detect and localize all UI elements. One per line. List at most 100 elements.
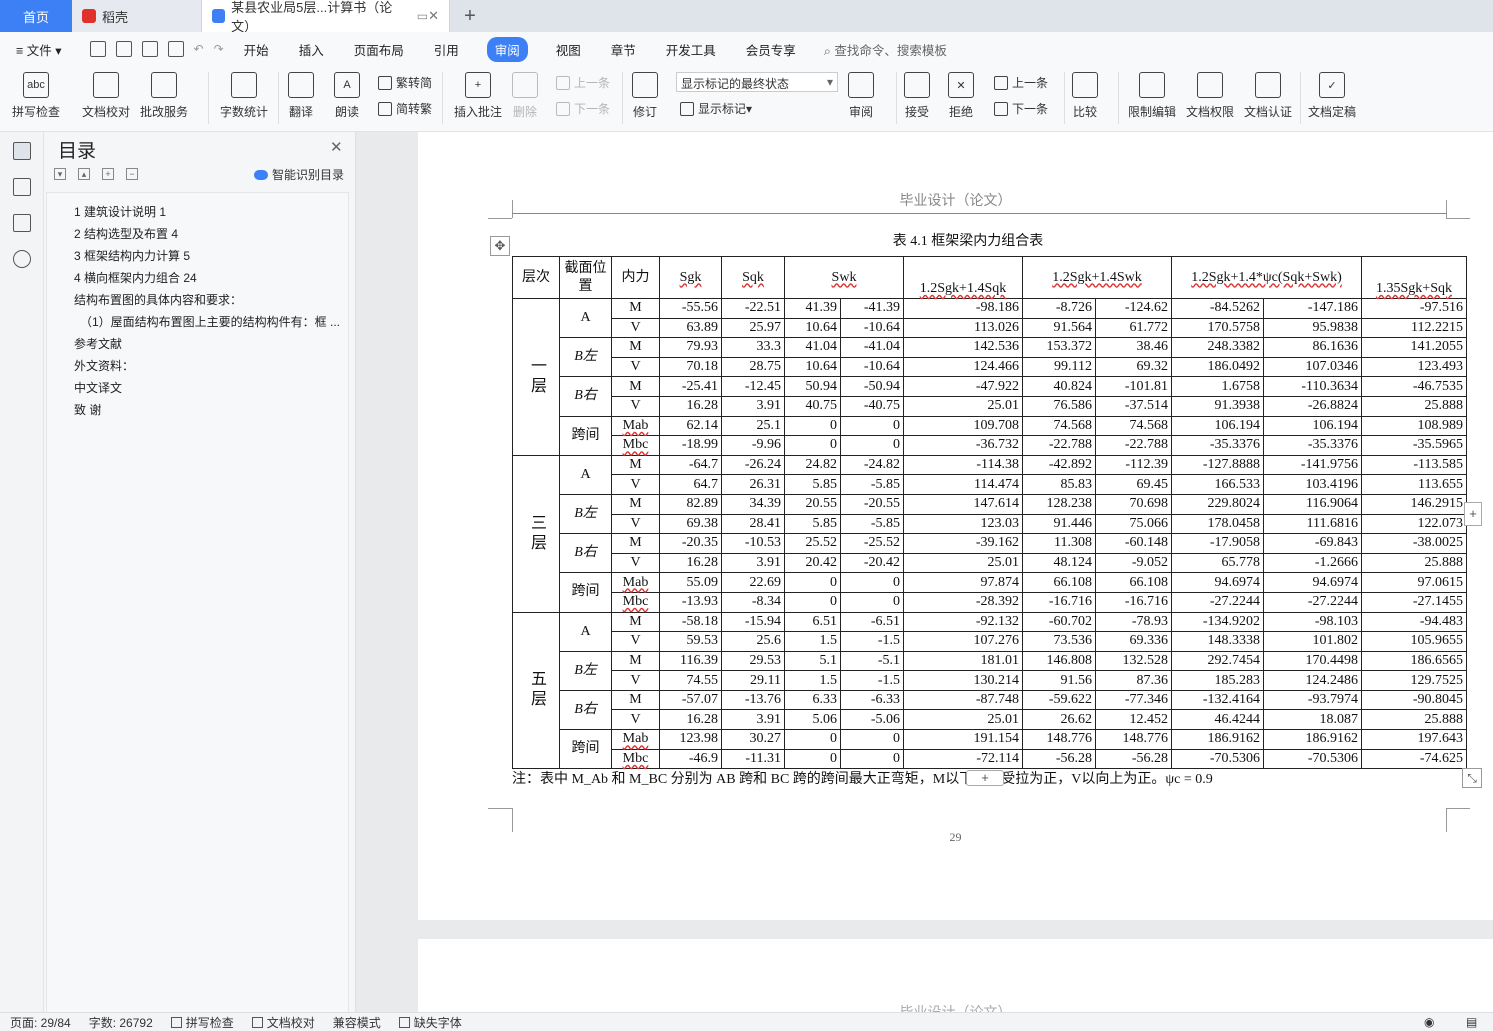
- value-cell[interactable]: 94.6974: [1171, 572, 1264, 593]
- force-combination-table[interactable]: 层次 截面位置 内力 Sgk Sqk Swk 1.2Sgk+1.4Sqk 1.2…: [512, 256, 1467, 770]
- value-cell[interactable]: -22.788: [1022, 435, 1096, 456]
- value-cell[interactable]: -25.41: [659, 376, 722, 397]
- value-cell[interactable]: -70.5306: [1171, 748, 1264, 770]
- value-cell[interactable]: 101.802: [1263, 631, 1362, 652]
- prev-comment-button[interactable]: 上一条: [556, 74, 610, 91]
- value-cell[interactable]: 55.09: [659, 572, 722, 593]
- value-cell[interactable]: 116.39: [659, 650, 722, 672]
- position-cell[interactable]: B左: [559, 650, 612, 691]
- tab-monitor-icon[interactable]: ▭: [417, 9, 428, 23]
- tab-close-icon[interactable]: ✕: [428, 8, 439, 24]
- force-type-cell[interactable]: V: [611, 356, 660, 378]
- position-cell[interactable]: B右: [559, 376, 612, 417]
- value-cell[interactable]: 1.6758: [1171, 376, 1264, 397]
- value-cell[interactable]: 29.11: [721, 670, 785, 691]
- undo-icon[interactable]: ↶: [194, 42, 204, 56]
- save-icon[interactable]: [89, 41, 106, 57]
- toc-item[interactable]: 中文译文: [74, 379, 122, 396]
- force-type-cell[interactable]: V: [611, 395, 660, 417]
- value-cell[interactable]: 191.154: [903, 729, 1023, 750]
- value-cell[interactable]: 122.073: [1361, 513, 1467, 535]
- delete-comment-button[interactable]: 删除: [512, 72, 538, 120]
- position-cell[interactable]: A: [559, 297, 612, 339]
- tab-home[interactable]: 首页: [0, 0, 72, 32]
- value-cell[interactable]: -41.04: [840, 337, 904, 358]
- table-resize-icon[interactable]: ⤡: [1462, 768, 1482, 788]
- value-cell[interactable]: -46.7535: [1361, 376, 1467, 397]
- close-icon[interactable]: ✕: [330, 138, 343, 156]
- value-cell[interactable]: -28.392: [903, 591, 1023, 613]
- value-cell[interactable]: 166.533: [1171, 474, 1264, 495]
- menu-view[interactable]: 视图: [554, 37, 583, 62]
- position-cell[interactable]: B左: [559, 337, 612, 378]
- value-cell[interactable]: -26.8824: [1263, 395, 1362, 417]
- value-cell[interactable]: -94.483: [1361, 611, 1467, 633]
- value-cell[interactable]: 146.2915: [1361, 493, 1467, 515]
- value-cell[interactable]: 74.568: [1022, 415, 1096, 437]
- value-cell[interactable]: 28.41: [721, 513, 785, 535]
- value-cell[interactable]: 181.01: [903, 650, 1023, 672]
- position-cell[interactable]: A: [559, 611, 612, 652]
- accept-button[interactable]: 接受: [904, 72, 930, 120]
- bookmark-icon[interactable]: [13, 214, 31, 232]
- value-cell[interactable]: 29.53: [721, 650, 785, 672]
- value-cell[interactable]: 0: [784, 591, 841, 613]
- position-cell[interactable]: 跨间: [559, 729, 612, 770]
- value-cell[interactable]: 186.9162: [1263, 729, 1362, 750]
- value-cell[interactable]: 107.276: [903, 631, 1023, 652]
- value-cell[interactable]: 74.55: [659, 670, 722, 691]
- value-cell[interactable]: 70.698: [1095, 493, 1172, 515]
- value-cell[interactable]: -16.716: [1095, 591, 1172, 613]
- value-cell[interactable]: -55.56: [659, 298, 722, 319]
- add-column-button[interactable]: +: [1464, 502, 1482, 526]
- value-cell[interactable]: -9.052: [1095, 552, 1172, 574]
- value-cell[interactable]: -134.9202: [1171, 611, 1264, 633]
- value-cell[interactable]: -27.2244: [1263, 591, 1362, 613]
- toc-item[interactable]: 结构布置图的具体内容和要求：: [74, 291, 242, 308]
- force-type-cell[interactable]: M: [611, 689, 660, 711]
- force-type-cell[interactable]: M: [611, 376, 660, 397]
- value-cell[interactable]: 91.56: [1022, 670, 1096, 691]
- search-icon[interactable]: [13, 250, 31, 268]
- value-cell[interactable]: 186.9162: [1171, 729, 1264, 750]
- value-cell[interactable]: -35.5965: [1361, 435, 1467, 456]
- compare-button[interactable]: 比较: [1072, 72, 1098, 120]
- value-cell[interactable]: -17.9058: [1171, 533, 1264, 554]
- value-cell[interactable]: -10.53: [721, 533, 785, 554]
- value-cell[interactable]: 25.01: [903, 552, 1023, 574]
- menu-insert[interactable]: 插入: [297, 37, 326, 62]
- value-cell[interactable]: 0: [784, 729, 841, 750]
- menu-references[interactable]: 引用: [432, 37, 461, 62]
- value-cell[interactable]: -35.3376: [1263, 435, 1362, 456]
- value-cell[interactable]: -110.3634: [1263, 376, 1362, 397]
- value-cell[interactable]: -13.76: [721, 689, 785, 711]
- value-cell[interactable]: 103.4196: [1263, 474, 1362, 495]
- force-type-cell[interactable]: V: [611, 474, 660, 495]
- document-page[interactable]: 毕业设计（论文） 表 4.1 框架梁内力组合表 ✥ 层次 截面位置 内力 Sgk…: [418, 132, 1493, 920]
- toc-item[interactable]: 参考文献: [74, 335, 122, 352]
- value-cell[interactable]: -15.94: [721, 611, 785, 633]
- value-cell[interactable]: 73.536: [1022, 631, 1096, 652]
- value-cell[interactable]: 24.82: [784, 454, 841, 476]
- value-cell[interactable]: -5.06: [840, 709, 904, 731]
- value-cell[interactable]: -27.2244: [1171, 591, 1264, 613]
- value-cell[interactable]: 5.85: [784, 474, 841, 495]
- layer-cell[interactable]: 三层: [512, 454, 560, 613]
- read-aloud-button[interactable]: A 朗读: [334, 72, 360, 120]
- value-cell[interactable]: 69.45: [1095, 474, 1172, 495]
- value-cell[interactable]: 6.33: [784, 689, 841, 711]
- position-cell[interactable]: A: [559, 454, 612, 495]
- menu-member[interactable]: 会员专享: [744, 37, 798, 62]
- value-cell[interactable]: 25.888: [1361, 552, 1467, 574]
- value-cell[interactable]: 5.1: [784, 650, 841, 672]
- doc-permission-button[interactable]: 文档权限: [1186, 72, 1234, 120]
- value-cell[interactable]: 62.14: [659, 415, 722, 437]
- value-cell[interactable]: 65.778: [1171, 552, 1264, 574]
- track-changes-button[interactable]: 修订: [632, 72, 658, 120]
- value-cell[interactable]: 25.888: [1361, 709, 1467, 731]
- value-cell[interactable]: 106.194: [1171, 415, 1264, 437]
- value-cell[interactable]: 30.27: [721, 729, 785, 750]
- value-cell[interactable]: 99.112: [1022, 356, 1096, 378]
- tab-daoke[interactable]: 稻壳: [72, 0, 202, 32]
- toc-item[interactable]: 3 框架结构内力计算 5: [74, 247, 190, 264]
